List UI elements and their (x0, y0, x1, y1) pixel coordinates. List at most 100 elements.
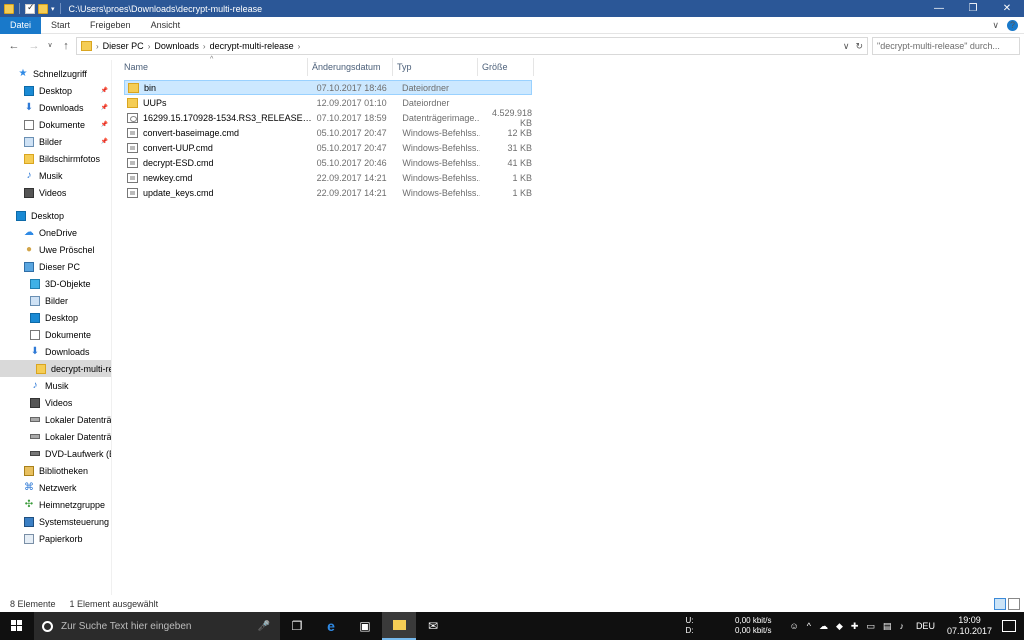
show-hidden-icons-icon[interactable]: ^ (807, 621, 811, 631)
column-header-date[interactable]: Änderungsdatum (308, 58, 393, 76)
cortana-icon (42, 620, 53, 632)
tab-start[interactable]: Start (41, 17, 80, 34)
sidebar-item-label: Dokumente (39, 119, 86, 130)
sidebar-item[interactable]: Bildschirmfotos (0, 150, 111, 167)
recent-locations-button[interactable]: ∨ (42, 41, 58, 49)
address-dropdown-icon[interactable]: ∨ (843, 41, 850, 52)
sidebar-item[interactable]: Bilder (0, 292, 111, 309)
properties-icon[interactable] (25, 2, 35, 14)
close-button[interactable]: ✕ (990, 0, 1024, 17)
antivirus-icon[interactable]: ✚ (851, 621, 859, 632)
sidebar-item[interactable]: Bibliotheken (0, 462, 111, 479)
breadcrumb-downloads[interactable]: Downloads (154, 41, 199, 51)
file-row[interactable]: convert-baseimage.cmd 05.10.2017 20:47 Win… (124, 125, 532, 140)
sidebar-item[interactable]: ✣ Heimnetzgruppe (0, 496, 111, 513)
battery-icon[interactable]: ▭ (866, 621, 875, 632)
column-header-type[interactable]: Typ (393, 58, 478, 76)
defender-icon[interactable]: ◆ (836, 621, 843, 632)
tab-ansicht[interactable]: Ansicht (141, 17, 191, 34)
breadcrumb-separator[interactable]: › (148, 42, 151, 51)
sidebar-item[interactable]: Dokumente (0, 326, 111, 343)
sidebar-item[interactable]: Desktop 📌 (0, 82, 111, 99)
breadcrumb-separator[interactable]: › (203, 42, 206, 51)
file-row[interactable]: update_keys.cmd 22.09.2017 14:21 Windows-B… (124, 185, 532, 200)
details-view-button[interactable] (994, 598, 1006, 610)
column-header-size[interactable]: Größe (478, 58, 534, 76)
sidebar-item[interactable]: Videos (0, 184, 111, 201)
breadcrumb-dieser-pc[interactable]: Dieser PC (103, 41, 144, 51)
microphone-icon[interactable]: 🎤 (258, 621, 270, 632)
expand-ribbon-icon[interactable]: ∨ (992, 20, 999, 31)
pin-icon[interactable]: 📌 (101, 87, 108, 94)
sidebar-item[interactable]: Desktop (0, 309, 111, 326)
taskbar-search-box[interactable]: Zur Suche Text hier eingeben 🎤 (34, 612, 280, 640)
sidebar-item[interactable]: ⬇ Downloads (0, 343, 111, 360)
refresh-icon[interactable]: ↻ (855, 41, 863, 52)
tab-freigeben[interactable]: Freigeben (80, 17, 141, 34)
store-icon[interactable]: ▣ (348, 612, 382, 640)
pin-icon[interactable]: 📌 (101, 138, 108, 145)
sidebar-item[interactable]: Videos (0, 394, 111, 411)
pin-icon[interactable]: 📌 (101, 104, 108, 111)
sidebar-item[interactable]: ☁ OneDrive (0, 224, 111, 241)
file-row[interactable]: UUPs 12.09.2017 01:10 Dateiordner (124, 95, 532, 110)
tab-datei[interactable]: Datei (0, 16, 42, 34)
file-date: 07.10.2017 18:59 (316, 112, 387, 123)
forward-button[interactable]: → (26, 40, 42, 52)
file-row[interactable]: decrypt-ESD.cmd 05.10.2017 20:46 Windows-B… (124, 155, 532, 170)
file-row[interactable]: bin 07.10.2017 18:46 Dateiordner (124, 80, 532, 95)
back-button[interactable]: ← (6, 40, 22, 52)
pin-icon[interactable]: 📌 (101, 121, 108, 128)
mail-icon[interactable]: ✉ (416, 612, 450, 640)
sidebar-item[interactable]: Dieser PC (0, 258, 111, 275)
volume-icon[interactable]: ♪ (899, 621, 904, 631)
sidebar-item[interactable]: Lokaler Datenträg (0, 428, 111, 445)
customize-toolbar-icon[interactable]: ▾ (51, 5, 55, 13)
address-bar[interactable]: › Dieser PC › Downloads › decrypt-multi-… (76, 37, 868, 55)
people-icon[interactable]: ☺ (790, 621, 799, 631)
star-icon: ★ (18, 68, 28, 79)
edge-browser-icon[interactable]: e (314, 612, 348, 640)
start-button[interactable] (0, 612, 34, 640)
file-explorer-icon[interactable] (382, 612, 416, 640)
large-icons-view-button[interactable] (1008, 598, 1020, 610)
input-language[interactable]: DEU (916, 621, 935, 631)
search-input[interactable]: "decrypt-multi-release" durch... (872, 37, 1020, 55)
file-row[interactable]: convert-UUP.cmd 05.10.2017 20:47 Windows-B… (124, 140, 532, 155)
file-row[interactable]: 16299.15.170928-1534.RS3_RELEASE_CLIE...… (124, 108, 532, 128)
file-row[interactable]: newkey.cmd 22.09.2017 14:21 Windows-Befehl… (124, 170, 532, 185)
sidebar-item[interactable]: Desktop (0, 207, 111, 224)
sidebar-item[interactable]: ⬇ Downloads 📌 (0, 99, 111, 116)
clock[interactable]: 19:09 07.10.2017 (947, 615, 992, 637)
sidebar-item[interactable]: Bilder 📌 (0, 133, 111, 150)
action-center-icon[interactable] (1002, 620, 1016, 632)
sidebar-item[interactable]: Dokumente 📌 (0, 116, 111, 133)
sidebar-item[interactable]: DVD-Laufwerk (E:) (0, 445, 111, 462)
breadcrumb-separator[interactable]: › (298, 42, 301, 51)
column-header-name[interactable]: Name (120, 58, 308, 76)
onedrive-icon[interactable]: ☁ (819, 621, 828, 632)
sidebar-item[interactable]: ♪ Musik (0, 377, 111, 394)
sidebar-item[interactable]: Papierkorb (0, 530, 111, 547)
sidebar-item[interactable]: decrypt-multi-re (0, 360, 111, 377)
help-icon[interactable]: ? (1007, 20, 1018, 31)
sidebar-item[interactable]: 3D-Objekte (0, 275, 111, 292)
sidebar-item[interactable]: ⌘ Netzwerk (0, 479, 111, 496)
new-folder-icon[interactable] (38, 3, 48, 14)
music-icon: ♪ (32, 380, 38, 391)
sidebar-item-label: Uwe Pröschel (39, 244, 95, 255)
folder-icon (36, 363, 46, 374)
sidebar-item[interactable]: ● Uwe Pröschel (0, 241, 111, 258)
sidebar-item[interactable]: Systemsteuerung (0, 513, 111, 530)
sidebar-item-label: Dieser PC (39, 261, 81, 272)
maximize-button[interactable]: ❐ (956, 0, 990, 17)
sidebar-item[interactable]: Lokaler Datenträg (0, 411, 111, 428)
sidebar-item[interactable]: ★ Schnellzugriff (0, 65, 111, 82)
navigation-pane[interactable]: ★ Schnellzugriff Desktop 📌 ⬇ Downloads 📌 Dokume… (0, 60, 112, 595)
breadcrumb-decrypt-multi-release[interactable]: decrypt-multi-release (210, 41, 294, 51)
minimize-button[interactable]: — (922, 0, 956, 17)
network-icon[interactable]: ▤ (883, 621, 892, 632)
sidebar-item[interactable]: ♪ Musik (0, 167, 111, 184)
task-view-icon[interactable]: ❐ (280, 612, 314, 640)
up-button[interactable]: ↑ (58, 40, 74, 52)
